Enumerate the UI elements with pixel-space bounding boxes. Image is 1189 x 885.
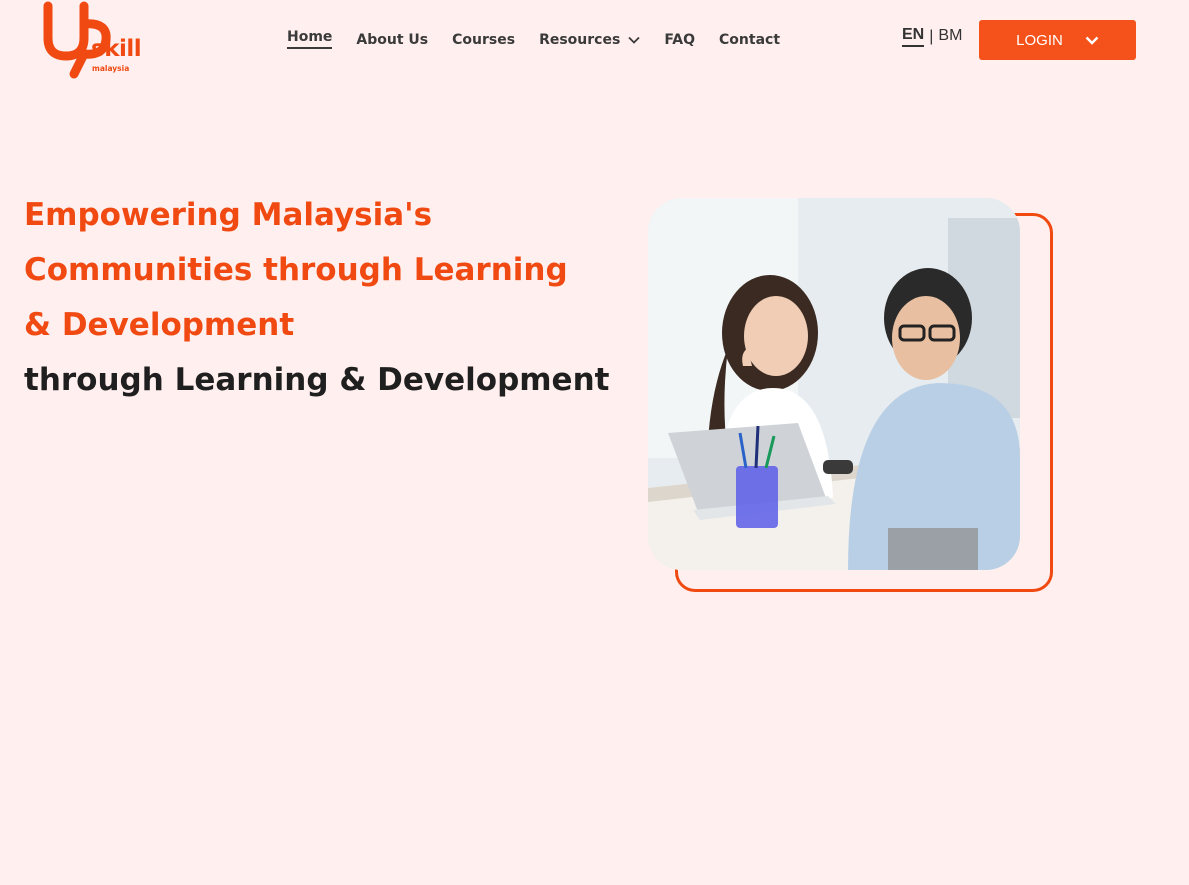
nav-contact[interactable]: Contact: [719, 32, 780, 48]
logo-wordmark: skill: [91, 36, 142, 62]
photo-two-professionals-laptop-icon: [648, 198, 1020, 570]
lang-separator: |: [929, 27, 934, 45]
nav-resources-label: Resources: [539, 32, 621, 48]
nav-home[interactable]: Home: [287, 29, 333, 49]
hero-image: [648, 198, 1020, 570]
nav-resources[interactable]: Resources: [539, 32, 640, 48]
hero-subtitle: through Learning & Development: [24, 362, 610, 398]
brand-logo[interactable]: skill malaysia: [40, 0, 150, 84]
chevron-down-icon: [628, 32, 640, 48]
hero-title: Empowering Malaysia's Communities throug…: [24, 197, 568, 343]
lang-en-option[interactable]: EN: [902, 26, 925, 47]
language-switcher: EN | BM: [902, 26, 962, 47]
login-label: LOGIN: [1016, 31, 1063, 49]
nav-faq[interactable]: FAQ: [664, 32, 695, 48]
main-nav: Home About Us Courses Resources FAQ Cont…: [287, 28, 804, 52]
logo-subtitle: malaysia: [92, 64, 130, 73]
lang-bm-option[interactable]: BM: [938, 27, 962, 45]
login-button[interactable]: LOGIN: [979, 20, 1136, 60]
page: skill malaysia Home About Us Courses Res…: [0, 0, 1189, 885]
nav-courses[interactable]: Courses: [452, 32, 515, 48]
chevron-down-icon: [1085, 32, 1099, 49]
nav-about-us[interactable]: About Us: [356, 32, 428, 48]
